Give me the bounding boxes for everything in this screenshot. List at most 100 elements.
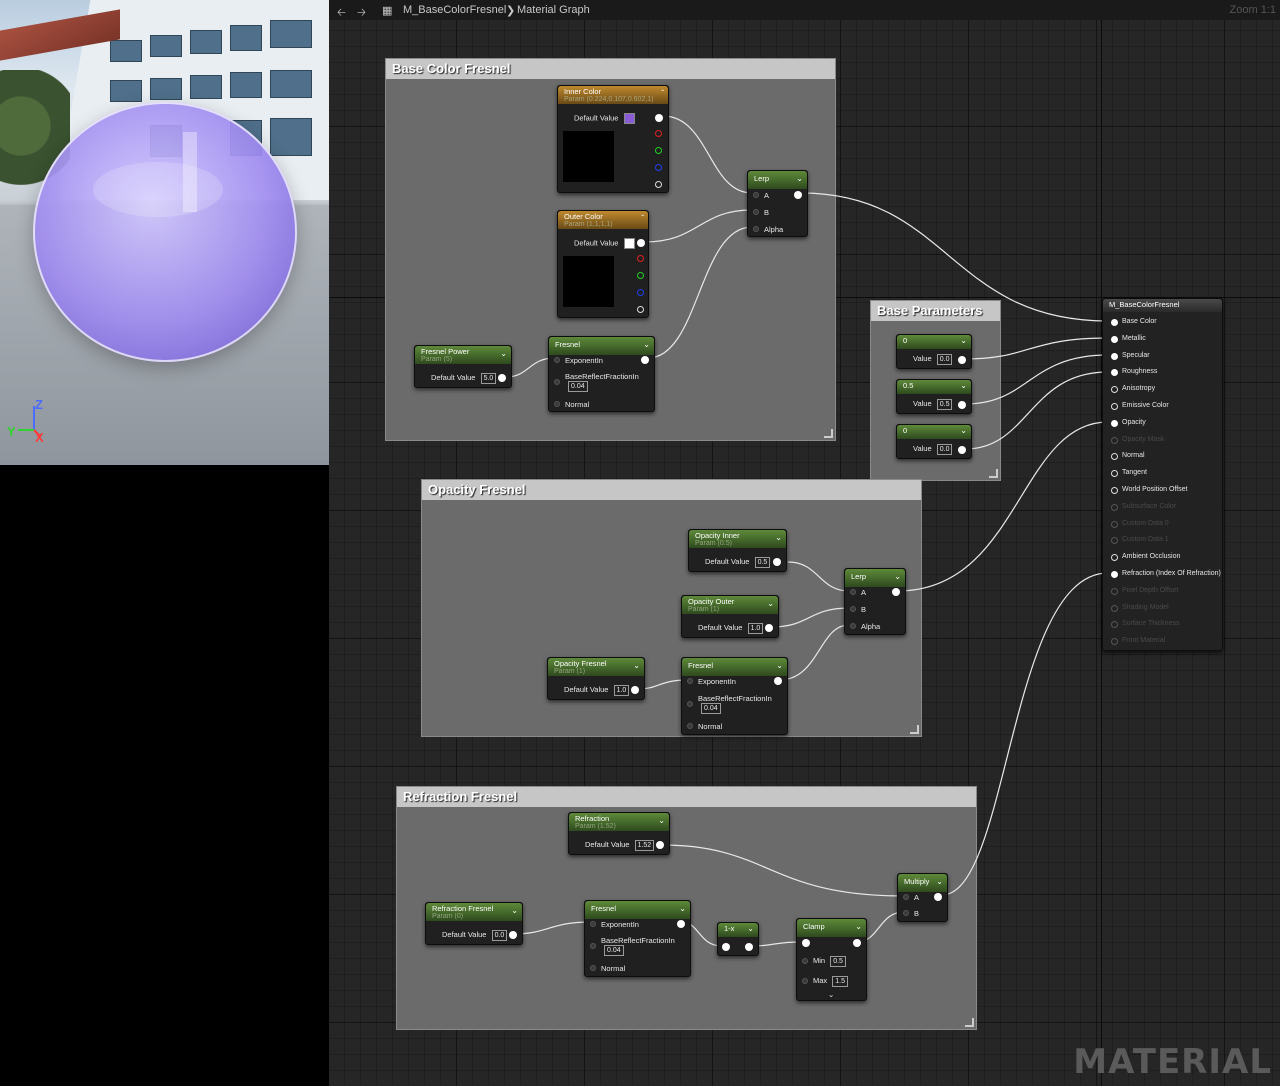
node-header[interactable]: Clamp ⌄ [797, 919, 866, 937]
output-pin[interactable] [853, 939, 861, 947]
collapse-chevron-icon[interactable]: ⌄ [500, 349, 507, 358]
value-field[interactable]: 0.5 [936, 399, 953, 410]
collapse-chevron-icon[interactable]: ⌄ [511, 906, 518, 915]
output-pin-a[interactable] [637, 306, 644, 313]
node-fresnel-power[interactable]: Fresnel Power Param (5) ⌄ Default Value … [414, 345, 512, 388]
node-lerp-opacity[interactable]: Lerp ⌄ A B Alpha [844, 568, 906, 635]
node-header[interactable]: M_BaseColorFresnel [1103, 299, 1222, 312]
result-input-pin[interactable] [1111, 369, 1118, 377]
value-field[interactable]: 0.0 [491, 930, 508, 941]
input-pin-b[interactable] [753, 209, 759, 215]
value-field[interactable]: 0.04 [701, 703, 721, 714]
input-pin-alpha[interactable] [850, 623, 856, 629]
result-input-pin[interactable] [1111, 352, 1118, 360]
output-pin-b[interactable] [655, 164, 662, 171]
input-pin-b[interactable] [850, 606, 856, 612]
output-pin-b[interactable] [637, 289, 644, 296]
node-clamp[interactable]: Clamp ⌄ Min 0.5 Max 1.5 ⌄ [796, 918, 867, 1001]
output-pin-r[interactable] [655, 130, 662, 137]
node-header[interactable]: 1-x ⌄ [718, 923, 758, 937]
input-pin-base-reflect[interactable] [554, 379, 560, 385]
node-header[interactable]: Opacity Inner Param (0.5) ⌄ [689, 530, 786, 548]
collapse-chevron-icon[interactable]: ⌄ [658, 816, 665, 825]
collapse-chevron-icon[interactable]: ⌄ [633, 661, 640, 670]
output-pin[interactable] [677, 920, 685, 928]
output-pin[interactable] [773, 558, 781, 566]
node-multiply[interactable]: Multiply ⌄ A B [897, 873, 948, 922]
result-input-pin[interactable] [1111, 470, 1118, 478]
collapse-chevron-icon[interactable]: ⌄ [776, 661, 783, 670]
output-pin[interactable] [934, 893, 942, 901]
value-field[interactable]: 1.5 [832, 976, 848, 987]
node-header[interactable]: Multiply ⌄ [898, 874, 947, 892]
output-pin[interactable] [637, 239, 645, 247]
output-pin[interactable] [656, 841, 664, 849]
input-pin-min[interactable] [802, 958, 808, 964]
collapse-chevron-icon[interactable]: ⌄ [960, 381, 967, 390]
input-pin-max[interactable] [802, 978, 808, 984]
node-refraction-fresnel[interactable]: Refraction Fresnel Param (0) ⌄ Default V… [425, 902, 523, 945]
value-field[interactable]: 5.0 [480, 373, 497, 384]
color-swatch[interactable] [623, 238, 635, 249]
value-field[interactable]: 1.0 [613, 685, 630, 696]
result-input-pin[interactable] [1111, 571, 1118, 578]
input-pin-alpha[interactable] [753, 226, 759, 232]
collapse-chevron-icon[interactable]: ⌄ [796, 174, 803, 183]
value-field[interactable]: 0.5 [754, 557, 771, 568]
material-graph-canvas[interactable]: 🡠 🡢 ▦ M_BaseColorFresnel ❯ Material Grap… [329, 0, 1280, 1086]
node-opacity-inner[interactable]: Opacity Inner Param (0.5) ⌄ Default Valu… [688, 529, 787, 572]
output-pin[interactable] [765, 624, 773, 632]
node-header[interactable]: 0.5 ⌄ [897, 380, 971, 394]
collapse-chevron-icon[interactable]: ˆ [661, 89, 664, 98]
value-field[interactable]: 1.52 [634, 840, 655, 851]
node-constant-roughness[interactable]: 0 ⌄ Value 0.0 [896, 424, 972, 459]
node-outer-color[interactable]: Outer Color Param (1,1,1,1) ˆ Default Va… [557, 210, 649, 318]
output-pin[interactable] [631, 686, 639, 694]
value-field[interactable]: 0.04 [568, 381, 588, 392]
node-header[interactable]: Outer Color Param (1,1,1,1) ˆ [558, 211, 648, 229]
output-pin[interactable] [655, 114, 663, 122]
node-header[interactable]: 0 ⌄ [897, 335, 971, 349]
collapse-chevron-icon[interactable]: ⌄ [960, 336, 967, 345]
node-header[interactable]: Fresnel Power Param (5) ⌄ [415, 346, 511, 364]
node-fresnel-opacity[interactable]: Fresnel ⌄ ExponentIn BaseReflectFraction… [681, 657, 788, 735]
input-pin[interactable] [802, 939, 810, 947]
value-field[interactable]: 0.04 [604, 945, 624, 956]
input-pin-normal[interactable] [554, 401, 560, 407]
node-header[interactable]: Inner Color Param (0.224,0.107,0.602,1) … [558, 86, 668, 104]
node-material-result[interactable]: M_BaseColorFresnel Base Color Metallic Spe… [1102, 298, 1223, 651]
value-field[interactable]: 1.0 [747, 623, 764, 634]
output-pin-a[interactable] [655, 181, 662, 188]
node-header[interactable]: 0 ⌄ [897, 425, 971, 439]
collapse-chevron-icon[interactable]: ⌄ [775, 533, 782, 542]
collapse-chevron-icon[interactable]: ⌄ [894, 572, 901, 581]
node-header[interactable]: Opacity Fresnel Param (1) ⌄ [548, 658, 644, 676]
color-swatch[interactable] [623, 113, 635, 124]
collapse-chevron-icon[interactable]: ⌄ [855, 922, 862, 931]
result-input-pin[interactable] [1111, 319, 1118, 326]
output-pin[interactable] [794, 191, 802, 199]
output-pin-g[interactable] [655, 147, 662, 154]
node-header[interactable]: Lerp ⌄ [748, 171, 807, 189]
output-pin-g[interactable] [637, 272, 644, 279]
result-input-pin[interactable] [1111, 403, 1118, 410]
result-input-pin[interactable] [1111, 386, 1118, 394]
output-pin[interactable] [958, 401, 966, 409]
node-header[interactable]: Refraction Fresnel Param (0) ⌄ [426, 903, 522, 921]
input-pin-exponent[interactable] [590, 921, 596, 927]
input-pin-base-reflect[interactable] [590, 943, 596, 949]
output-pin-r[interactable] [637, 255, 644, 262]
value-field[interactable]: 0.5 [830, 956, 846, 967]
input-pin-normal[interactable] [687, 723, 693, 729]
node-constant-specular[interactable]: 0.5 ⌄ Value 0.5 [896, 379, 972, 414]
input-pin-exponent[interactable] [554, 357, 560, 363]
result-input-pin[interactable] [1111, 487, 1118, 494]
collapse-chevron-icon[interactable]: ⌄ [643, 340, 650, 349]
input-pin-a[interactable] [850, 589, 856, 595]
node-header[interactable]: Fresnel ⌄ [549, 337, 654, 355]
node-inner-color[interactable]: Inner Color Param (0.224,0.107,0.602,1) … [557, 85, 669, 193]
output-pin[interactable] [745, 943, 753, 951]
collapse-chevron-icon[interactable]: ⌄ [960, 426, 967, 435]
output-pin[interactable] [498, 374, 506, 382]
result-input-pin[interactable] [1111, 335, 1118, 343]
